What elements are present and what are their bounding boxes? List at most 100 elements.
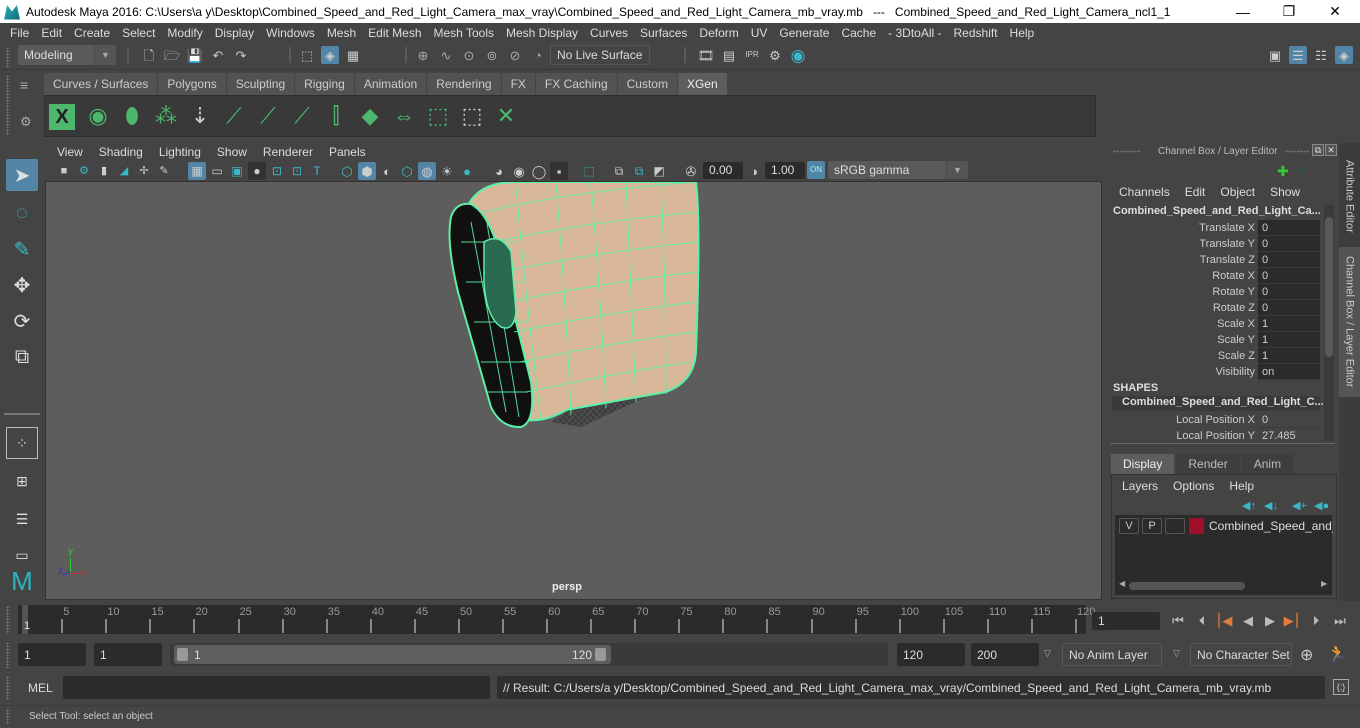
shelf-tab-rendering[interactable]: Rendering <box>427 73 501 95</box>
exposure-field[interactable]: 0.00 <box>703 162 743 179</box>
hypershade-icon[interactable]: ◉ <box>789 46 807 64</box>
four-view-layout-icon[interactable]: ⊞ <box>6 465 38 497</box>
menu-help[interactable]: Help <box>1004 26 1041 40</box>
channel-row[interactable]: Rotate Z0 <box>1105 300 1320 316</box>
undo-icon[interactable]: ↶ <box>209 46 227 64</box>
grid-icon[interactable]: ▦ <box>188 162 206 180</box>
textured-icon[interactable]: ◍ <box>418 162 436 180</box>
anim-layer-dropdown[interactable]: No Anim Layer <box>1062 643 1162 666</box>
motion-blur-icon[interactable]: ◉ <box>510 162 528 180</box>
playback-end-field[interactable]: 120 <box>897 643 965 666</box>
menu-set-dropdown[interactable]: Modeling ▼ <box>18 45 116 65</box>
channel-row[interactable]: Translate X0 <box>1105 220 1320 236</box>
safe-title-icon[interactable]: T <box>308 162 326 180</box>
xray-joints-icon[interactable]: ⧉ <box>630 162 648 180</box>
render-current-frame-icon[interactable]: ▤ <box>720 46 738 64</box>
shelf-tab-animation[interactable]: Animation <box>354 73 427 95</box>
select-guides-icon[interactable]: ⬚ <box>423 100 453 132</box>
anti-aliasing-icon[interactable]: ◯ <box>530 162 548 180</box>
snap-to-curve-icon[interactable]: ∿ <box>437 46 455 64</box>
menu-3dtoall[interactable]: - 3DtoAll - <box>882 26 947 40</box>
panel-grip[interactable] <box>1113 150 1141 153</box>
shelf-tab-fx[interactable]: FX <box>501 73 535 95</box>
layer-list-hscrollbar[interactable]: ◀ ▶ <box>1119 579 1329 591</box>
menu-select[interactable]: Select <box>116 26 161 40</box>
scroll-right-icon[interactable]: ▶ <box>1321 579 1327 588</box>
xgen-patches-icon[interactable]: ◆ <box>355 100 385 132</box>
anim-layer-chevron-icon[interactable]: ▽ <box>1044 648 1051 659</box>
xray-active-components-icon[interactable]: ◩ <box>650 162 668 180</box>
create-description-icon[interactable]: ⁂ <box>151 100 181 132</box>
sync-icon[interactable]: ◐ <box>1298 162 1307 179</box>
isolate-select-icon[interactable]: ⬚ <box>580 162 598 180</box>
snap-to-grid-icon[interactable]: ⊕ <box>414 46 432 64</box>
channel-box-scrollbar[interactable] <box>1324 205 1334 441</box>
object-menu[interactable]: Object <box>1220 185 1255 199</box>
range-start-field[interactable]: 1 <box>18 643 86 666</box>
key-icon[interactable]: ⁄ <box>1319 162 1322 179</box>
panel-menu-view[interactable]: View <box>49 145 91 159</box>
character-set-dropdown[interactable]: No Character Set <box>1190 643 1292 666</box>
animation-preferences-icon[interactable]: 🏃 <box>1327 644 1347 664</box>
playback-start-field[interactable]: 1 <box>94 643 162 666</box>
panel-menu-panels[interactable]: Panels <box>321 145 374 159</box>
menu-mesh-tools[interactable]: Mesh Tools <box>428 26 500 40</box>
layer-display-type-toggle[interactable] <box>1165 518 1185 534</box>
grease-pencil-icon[interactable]: ✎ <box>155 162 173 180</box>
scrollbar-thumb[interactable] <box>1129 582 1245 590</box>
menu-surfaces[interactable]: Surfaces <box>634 26 693 40</box>
select-by-hierarchy-icon[interactable]: ⬚ <box>298 46 316 64</box>
step-back-frame-button[interactable]: ⏴ <box>1192 612 1212 630</box>
delete-guides-icon[interactable]: ✕ <box>491 100 521 132</box>
channel-row[interactable]: Translate Z0 <box>1105 252 1320 268</box>
scroll-left-icon[interactable]: ◀ <box>1119 579 1125 588</box>
minimize-button[interactable]: — <box>1220 0 1266 23</box>
shelf-tab-xgen[interactable]: XGen <box>677 73 727 95</box>
menu-deform[interactable]: Deform <box>693 26 744 40</box>
guide-visibility-icon[interactable]: ⟋ <box>253 100 283 132</box>
panel-menu-shading[interactable]: Shading <box>91 145 151 159</box>
channel-row[interactable]: Translate Y0 <box>1105 236 1320 252</box>
auto-key-icon[interactable]: ⊕ <box>1300 645 1313 665</box>
snap-to-view-plane-icon[interactable]: ⊚ <box>483 46 501 64</box>
camera-icon[interactable]: ■ <box>55 162 73 180</box>
channel-box-tab[interactable]: Channel Box / Layer Editor <box>1339 247 1360 397</box>
go-to-start-button[interactable]: ⏮ <box>1168 612 1188 630</box>
resolution-gate-icon[interactable]: ▣ <box>228 162 246 180</box>
render-settings-icon[interactable]: ⚙ <box>766 46 784 64</box>
float-panel-icon[interactable]: ⧉ <box>1312 144 1324 156</box>
live-surface-field[interactable]: No Live Surface <box>550 45 650 65</box>
shape-channel-row[interactable]: Local Position X0 <box>1105 412 1320 428</box>
gamma-field[interactable]: 1.00 <box>765 162 805 179</box>
menu-display[interactable]: Display <box>209 26 260 40</box>
screen-space-ao-icon[interactable]: ◕ <box>490 162 508 180</box>
close-button[interactable]: ✕ <box>1312 0 1358 23</box>
guide-sculpt-icon[interactable]: ⫿ <box>321 100 351 132</box>
shelf-menu-icon[interactable]: ≡ <box>20 78 38 92</box>
range-start-handle[interactable] <box>177 648 188 661</box>
default-material-icon[interactable]: ◐ <box>378 162 396 180</box>
options-menu[interactable]: Options <box>1173 479 1214 493</box>
menu-mesh[interactable]: Mesh <box>321 26 362 40</box>
menu-curves[interactable]: Curves <box>584 26 634 40</box>
mel-label[interactable]: MEL <box>28 681 53 695</box>
xray-icon[interactable]: ⧉ <box>610 162 628 180</box>
xgen-clear-preview-icon[interactable]: ⬮ <box>117 100 147 132</box>
range-end-field[interactable]: 200 <box>971 643 1039 666</box>
menu-file[interactable]: File <box>4 26 35 40</box>
make-live-icon[interactable]: ◔ <box>529 46 547 64</box>
select-tool-icon[interactable]: ➤ <box>6 159 38 191</box>
xgen-preview-icon[interactable]: ◉ <box>83 100 113 132</box>
play-forward-button[interactable]: ▶ <box>1260 612 1280 630</box>
guide-to-curves-icon[interactable]: ⇔ <box>389 100 419 132</box>
new-layer-icon[interactable]: ◀+ <box>1292 499 1307 512</box>
single-perspective-layout-icon[interactable]: ⁘ <box>6 427 38 459</box>
color-management-toggle[interactable]: ON <box>807 161 825 179</box>
modeling-toolkit-icon[interactable]: ▣ <box>1266 46 1284 64</box>
move-tool-icon[interactable]: ✥ <box>6 269 38 301</box>
paint-select-tool-icon[interactable]: ✎ <box>6 233 38 265</box>
layers-menu[interactable]: Layers <box>1122 479 1158 493</box>
step-back-key-button[interactable]: ⎮◀ <box>1214 612 1234 630</box>
open-scene-icon[interactable]: 🗁 <box>163 46 181 64</box>
deselect-guides-icon[interactable]: ⬚ <box>457 100 487 132</box>
